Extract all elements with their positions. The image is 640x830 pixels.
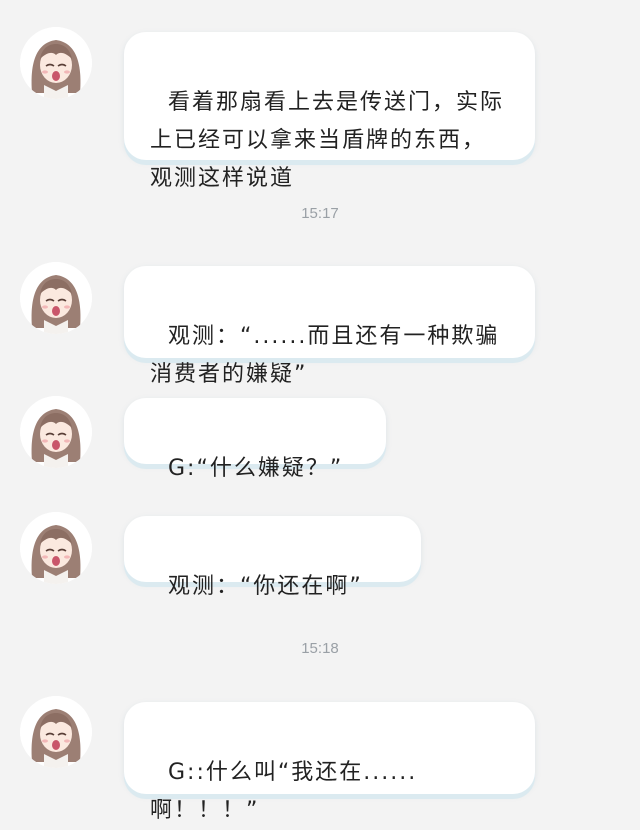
message-bubble-5[interactable]: G::什么叫“我还在......啊！！！” (124, 702, 535, 823)
timestamp-1: 15:17 (301, 205, 339, 222)
avatar-anime-girl-icon[interactable] (20, 512, 92, 584)
message-text-1: 看着那扇看上去是传送门，实际上已经可以拿来当盾牌的东西，观测这样说道 (150, 90, 505, 191)
avatar-anime-girl-icon[interactable] (20, 696, 92, 768)
avatar-anime-girl-icon[interactable] (20, 396, 92, 468)
message-bubble-3[interactable]: G:“什么嫌疑？” (124, 398, 386, 481)
message-text-2: 观测：“......而且还有一种欺骗消费者的嫌疑” (150, 324, 500, 387)
avatar-anime-girl-icon[interactable] (20, 27, 92, 99)
message-text-4: 观测：“你还在啊” (168, 574, 363, 599)
message-bubble-4[interactable]: 观测：“你还在啊” (124, 516, 421, 599)
message-bubble-2[interactable]: 观测：“......而且还有一种欺骗消费者的嫌疑” (124, 266, 535, 387)
message-bubble-1[interactable]: 看着那扇看上去是传送门，实际上已经可以拿来当盾牌的东西，观测这样说道 (124, 32, 535, 191)
message-text-3: G:“什么嫌疑？” (168, 456, 344, 481)
timestamp-2: 15:18 (301, 640, 339, 657)
message-text-5: G::什么叫“我还在......啊！！！” (150, 760, 418, 823)
avatar-anime-girl-icon[interactable] (20, 262, 92, 334)
